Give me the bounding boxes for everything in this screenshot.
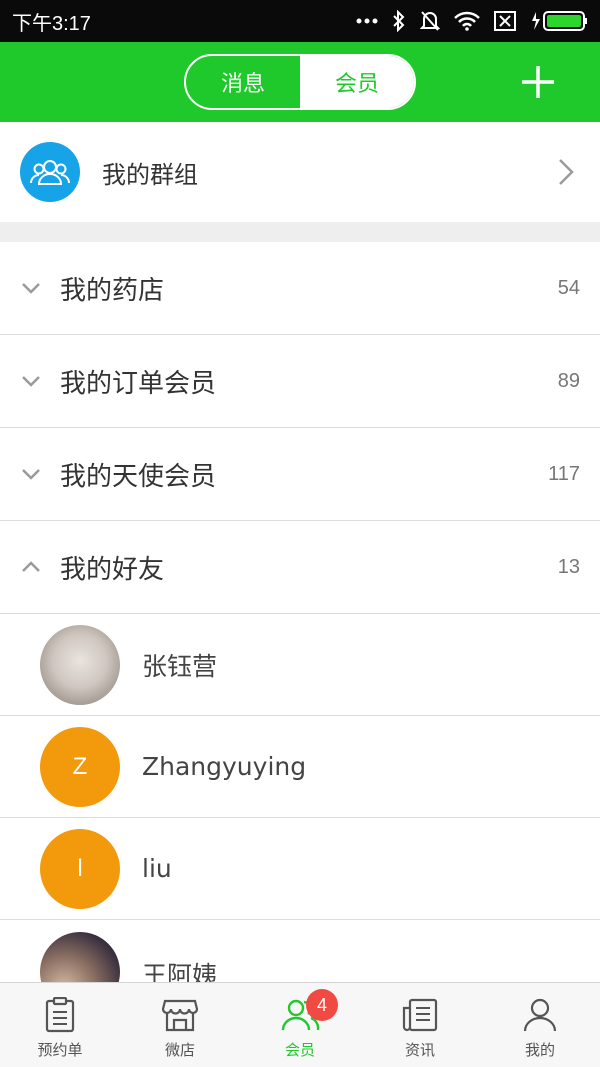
category-label: 我的订单会员 [60, 368, 217, 399]
nav-label: 我的 [524, 1041, 555, 1059]
nav-news[interactable]: 资讯 [360, 983, 480, 1067]
status-icons [356, 10, 588, 32]
tab-messages[interactable]: 消息 [186, 56, 300, 108]
news-icon [400, 995, 440, 1035]
category-my-pharmacy[interactable]: 我的药店 54 [0, 242, 600, 335]
avatar [40, 624, 120, 705]
category-label: 我的天使会员 [60, 461, 217, 492]
avatar [40, 932, 120, 982]
nav-label: 微店 [164, 1041, 195, 1059]
category-count: 117 [548, 462, 580, 485]
bottom-nav: 预约单 微店 会员 4 资讯 我的 [0, 982, 600, 1067]
add-icon[interactable] [520, 64, 556, 100]
friend-name: 王阿姨 [142, 961, 218, 982]
nav-label: 会员 [284, 1041, 315, 1059]
bluetooth-icon [393, 10, 405, 32]
category-count: 54 [557, 276, 580, 299]
avatar: l [40, 828, 120, 909]
no-sim-icon [494, 11, 516, 31]
my-groups-row[interactable]: 我的群组 [0, 122, 600, 222]
notification-badge: 4 [306, 989, 338, 1021]
profile-icon [520, 995, 560, 1035]
category-count: 13 [557, 555, 580, 578]
nav-mine[interactable]: 我的 [480, 983, 600, 1067]
friend-list[interactable]: 张钰营 Z Zhangyuying l liu 王阿姨 [0, 614, 600, 982]
nav-label: 预约单 [37, 1041, 83, 1059]
friend-name: 张钰营 [142, 651, 218, 681]
avatar: Z [40, 726, 120, 807]
list-item[interactable]: Z Zhangyuying [0, 716, 600, 818]
tab-switcher: 消息 会员 [184, 54, 416, 110]
category-angel-members[interactable]: 我的天使会员 117 [0, 428, 600, 521]
tab-members[interactable]: 会员 [300, 56, 414, 108]
status-bar: 下午3:17 [0, 0, 600, 42]
nav-appointments[interactable]: 预约单 [0, 983, 120, 1067]
shop-icon [160, 995, 200, 1035]
bell-muted-icon [420, 11, 440, 31]
chevron-down-icon [20, 282, 42, 294]
list-item[interactable]: 王阿姨 [0, 920, 600, 982]
section-divider [0, 222, 600, 242]
chevron-down-icon [20, 375, 42, 387]
nav-label: 资讯 [404, 1041, 435, 1059]
chevron-up-icon [20, 561, 42, 573]
category-label: 我的药店 [60, 275, 165, 306]
app-header: 消息 会员 [0, 42, 600, 122]
chevron-down-icon [20, 468, 42, 480]
groups-avatar [20, 142, 80, 202]
category-order-members[interactable]: 我的订单会员 89 [0, 335, 600, 428]
friend-name: liu [142, 854, 172, 883]
friend-name: Zhangyuying [142, 752, 307, 781]
category-count: 89 [557, 369, 580, 392]
list-item[interactable]: l liu [0, 818, 600, 920]
member-categories: 我的药店 54 我的订单会员 89 我的天使会员 117 我的好友 13 [0, 242, 600, 614]
more-dots-icon [356, 18, 378, 24]
category-label: 我的好友 [60, 554, 165, 585]
nav-shop[interactable]: 微店 [120, 983, 240, 1067]
wifi-icon [454, 11, 480, 31]
chevron-right-icon [559, 159, 574, 185]
battery-icon [532, 11, 587, 31]
clipboard-icon [40, 995, 80, 1035]
nav-members[interactable]: 会员 4 [240, 983, 360, 1067]
category-my-friends[interactable]: 我的好友 13 [0, 521, 600, 614]
status-time: 下午3:17 [12, 12, 91, 35]
group-icon [30, 160, 70, 185]
list-item[interactable]: 张钰营 [0, 614, 600, 716]
my-groups-label: 我的群组 [102, 160, 198, 189]
